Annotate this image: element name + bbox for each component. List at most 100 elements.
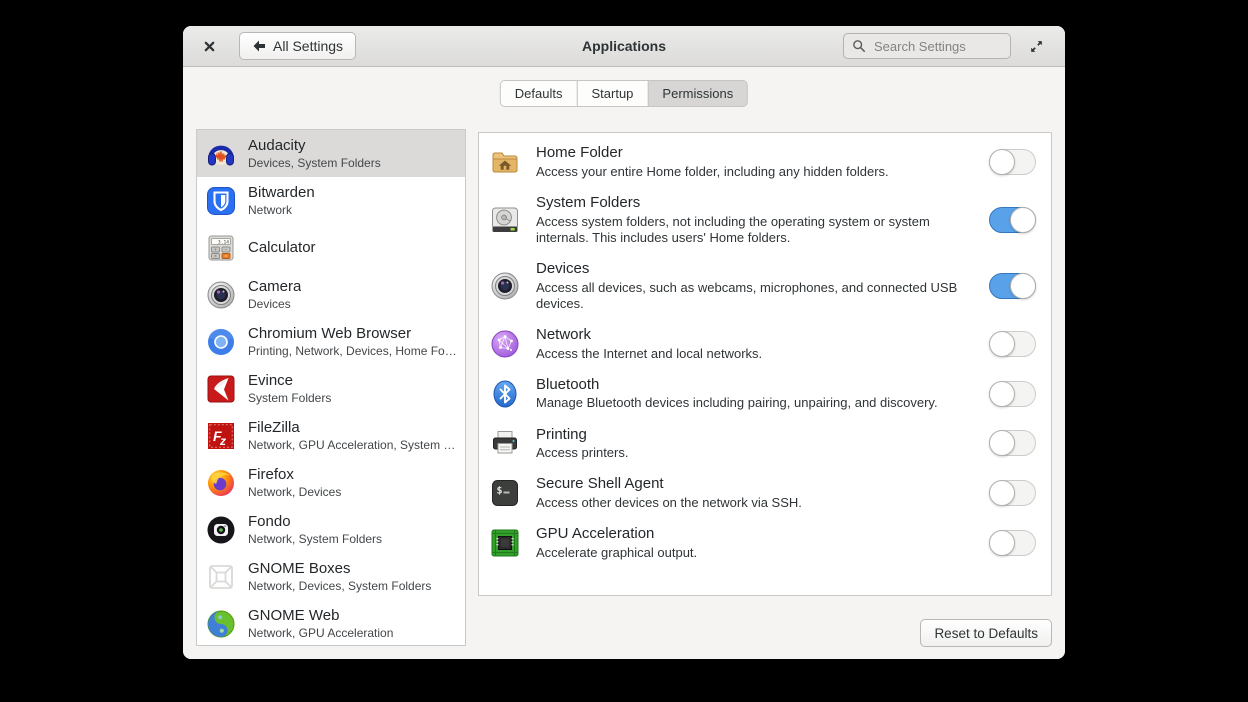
permission-text: NetworkAccess the Internet and local net… <box>536 326 974 362</box>
permission-toggle-printing[interactable] <box>989 430 1036 456</box>
permission-row-secure-shell-agent: $ Secure Shell AgentAccess other devices … <box>479 468 1051 518</box>
window-title: Applications <box>582 38 666 54</box>
ssh-icon: $ <box>489 477 521 509</box>
permission-row-gpu-acceleration: GPU AccelerationAccelerate graphical out… <box>479 518 1051 568</box>
sidebar-item-bitwarden[interactable]: BitwardenNetwork <box>197 177 465 224</box>
tab-startup[interactable]: Startup <box>576 80 648 107</box>
permission-toggle-home-folder[interactable] <box>989 149 1036 175</box>
permission-title: Secure Shell Agent <box>536 475 974 494</box>
sidebar-item-calculator[interactable]: 3.14+−×=Calculator <box>197 224 465 271</box>
svg-text:$: $ <box>497 486 503 497</box>
tab-defaults[interactable]: Defaults <box>500 80 578 107</box>
firefox-icon <box>205 467 237 499</box>
svg-text:+: + <box>214 246 217 251</box>
permission-description: Accelerate graphical output. <box>536 545 974 561</box>
permission-title: Devices <box>536 260 974 279</box>
app-name: Calculator <box>248 239 316 257</box>
system-folders-icon <box>489 204 521 236</box>
audacity-icon <box>205 138 237 170</box>
printing-icon <box>489 427 521 459</box>
camera-icon <box>205 279 237 311</box>
sidebar-item-fondo[interactable]: FondoNetwork, System Folders <box>197 506 465 553</box>
permission-description: Access other devices on the network via … <box>536 495 974 511</box>
app-name: Bitwarden <box>248 184 315 202</box>
sidebar-item-chromium-web-browser[interactable]: Chromium Web BrowserPrinting, Network, D… <box>197 318 465 365</box>
app-permissions-summary: Devices, System Folders <box>248 156 381 170</box>
sidebar-item-firefox[interactable]: FirefoxNetwork, Devices <box>197 459 465 506</box>
permission-description: Access all devices, such as webcams, mic… <box>536 280 974 312</box>
app-text: CameraDevices <box>248 278 301 311</box>
reset-to-defaults-button[interactable]: Reset to Defaults <box>920 619 1052 647</box>
svg-text:3.14: 3.14 <box>218 239 229 245</box>
sidebar-item-gnome-boxes[interactable]: GNOME BoxesNetwork, Devices, System Fold… <box>197 553 465 600</box>
app-permissions-summary: Devices <box>248 297 301 311</box>
permission-toggle-secure-shell-agent[interactable] <box>989 480 1036 506</box>
toggle-knob <box>989 149 1015 175</box>
sidebar-item-filezilla[interactable]: FzFileZillaNetwork, GPU Acceleration, Sy… <box>197 412 465 459</box>
toggle-knob <box>989 530 1015 556</box>
permission-row-devices: DevicesAccess all devices, such as webca… <box>479 253 1051 319</box>
window-body: DefaultsStartupPermissions AudacityDevic… <box>183 67 1065 659</box>
svg-text:z: z <box>219 434 226 448</box>
gnome-boxes-icon <box>205 561 237 593</box>
search-input-wrapper <box>843 33 1011 59</box>
permission-title: System Folders <box>536 194 974 213</box>
app-name: Firefox <box>248 466 341 484</box>
permissions-panel: Home FolderAccess your entire Home folde… <box>478 132 1052 596</box>
toggle-knob <box>1010 207 1036 233</box>
app-text: FileZillaNetwork, GPU Acceleration, Syst… <box>248 419 457 452</box>
sidebar-item-gnome-web[interactable]: GNOME WebNetwork, GPU Acceleration <box>197 600 465 646</box>
permission-title: Network <box>536 326 974 345</box>
permission-row-system-folders: System FoldersAccess system folders, not… <box>479 187 1051 253</box>
permission-row-bluetooth: BluetoothManage Bluetooth devices includ… <box>479 369 1051 419</box>
permission-title: GPU Acceleration <box>536 525 974 544</box>
permission-text: BluetoothManage Bluetooth devices includ… <box>536 376 974 412</box>
toggle-knob <box>1010 273 1036 299</box>
permission-description: Access your entire Home folder, includin… <box>536 164 974 180</box>
sidebar-item-evince[interactable]: EvinceSystem Folders <box>197 365 465 412</box>
permission-toggle-bluetooth[interactable] <box>989 381 1036 407</box>
back-arrow-icon <box>252 39 266 53</box>
permission-row-printing: PrintingAccess printers. <box>479 419 1051 469</box>
sidebar-item-camera[interactable]: CameraDevices <box>197 271 465 318</box>
app-text: EvinceSystem Folders <box>248 372 331 405</box>
permission-toggle-devices[interactable] <box>989 273 1036 299</box>
network-icon <box>489 328 521 360</box>
all-settings-button[interactable]: All Settings <box>239 32 356 60</box>
svg-text:−: − <box>225 246 228 251</box>
desktop-background: All Settings Applications DefaultsStartu… <box>0 0 1248 702</box>
all-settings-label: All Settings <box>273 38 343 54</box>
permission-toggle-system-folders[interactable] <box>989 207 1036 233</box>
toggle-knob <box>989 331 1015 357</box>
titlebar: All Settings Applications <box>183 26 1065 67</box>
toggle-knob <box>989 430 1015 456</box>
permission-toggle-gpu-acceleration[interactable] <box>989 530 1036 556</box>
app-text: GNOME WebNetwork, GPU Acceleration <box>248 607 393 640</box>
app-permissions-summary: Network, Devices, System Folders <box>248 579 431 593</box>
app-text: GNOME BoxesNetwork, Devices, System Fold… <box>248 560 431 593</box>
fondo-icon <box>205 514 237 546</box>
permission-title: Bluetooth <box>536 376 974 395</box>
permission-row-network: NetworkAccess the Internet and local net… <box>479 319 1051 369</box>
expand-icon[interactable] <box>1025 35 1047 57</box>
app-text: FondoNetwork, System Folders <box>248 513 382 546</box>
search-input[interactable] <box>872 38 1002 55</box>
toggle-knob <box>989 381 1015 407</box>
evince-icon <box>205 373 237 405</box>
permission-description: Access printers. <box>536 445 974 461</box>
close-icon[interactable] <box>197 34 221 58</box>
tab-permissions[interactable]: Permissions <box>647 80 748 107</box>
permission-text: DevicesAccess all devices, such as webca… <box>536 260 974 312</box>
svg-text:=: = <box>225 253 228 258</box>
permission-toggle-network[interactable] <box>989 331 1036 357</box>
app-permissions-summary: System Folders <box>248 391 331 405</box>
app-name: GNOME Web <box>248 607 393 625</box>
permission-description: Manage Bluetooth devices including pairi… <box>536 395 974 411</box>
app-name: Chromium Web Browser <box>248 325 457 343</box>
app-permissions-summary: Network <box>248 203 315 217</box>
toggle-knob <box>989 480 1015 506</box>
app-name: Fondo <box>248 513 382 531</box>
sidebar-item-audacity[interactable]: AudacityDevices, System Folders <box>197 130 465 177</box>
app-name: Audacity <box>248 137 381 155</box>
gpu-icon <box>489 527 521 559</box>
